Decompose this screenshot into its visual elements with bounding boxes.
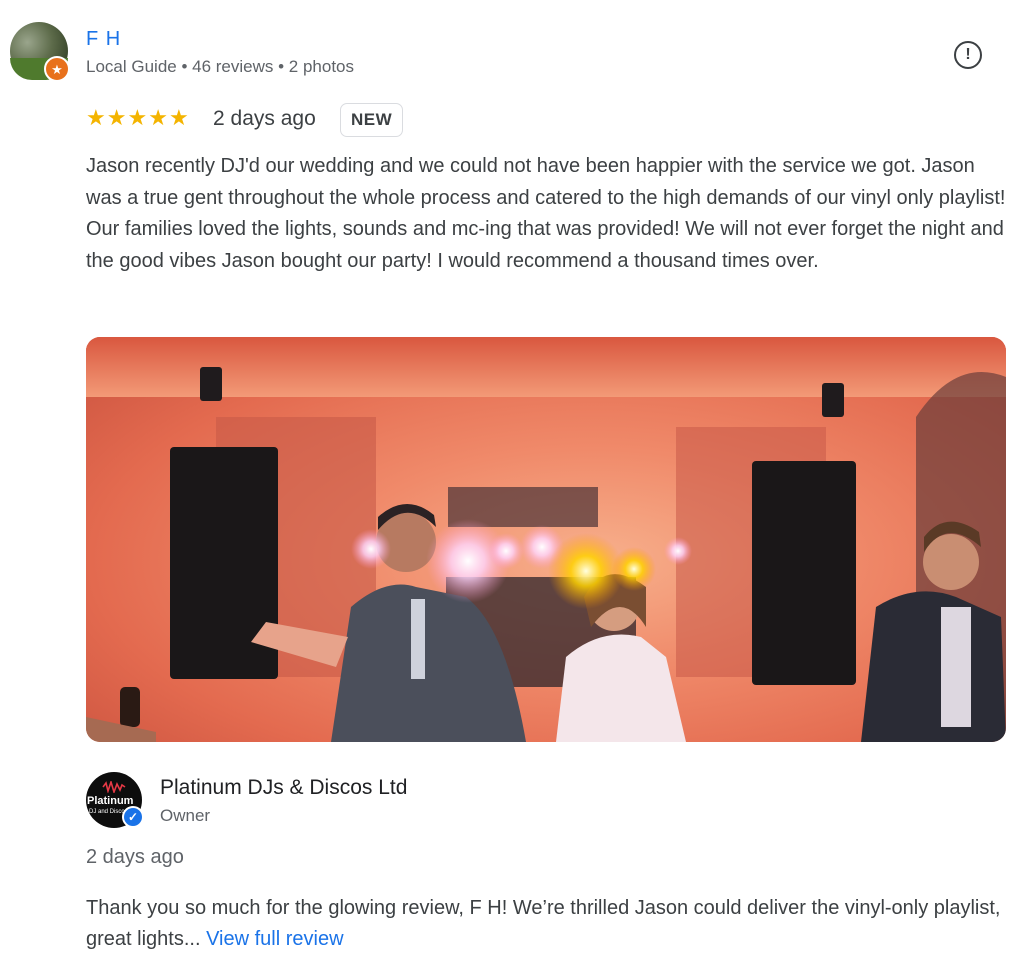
star-icon: ★ — [86, 105, 106, 130]
view-full-review-link[interactable]: View full review — [206, 928, 343, 950]
local-guide-star-icon: ★ — [44, 56, 70, 82]
new-badge: NEW — [340, 103, 404, 137]
review-photo[interactable] — [86, 337, 1006, 742]
reviewer-meta: Local Guide • 46 reviews • 2 photos — [86, 57, 354, 76]
star-rating: ★ ★ ★ ★ ★ — [86, 106, 189, 130]
logo-wordmark: Platinum — [87, 795, 134, 807]
owner-logo[interactable]: Platinum DJ and Disco ✓ — [86, 772, 144, 828]
reviewer-avatar[interactable]: ★ — [10, 22, 70, 82]
owner-reply: Thank you so much for the glowing review… — [86, 893, 1011, 955]
logo-subtext: DJ and Disco — [89, 809, 125, 815]
owner-response-date: 2 days ago — [86, 846, 184, 868]
star-icon: ★ — [168, 105, 189, 130]
owner-role: Owner — [160, 806, 211, 825]
sound-wave-icon — [102, 781, 126, 793]
reviewer-name[interactable]: F H — [86, 28, 121, 51]
review-date: 2 days ago — [213, 107, 316, 130]
star-icon: ★ — [127, 105, 148, 130]
review-text: Jason recently DJ'd our wedding and we c… — [86, 155, 1006, 272]
verified-check-icon: ✓ — [122, 806, 144, 828]
wedding-photo-illustration — [86, 337, 1006, 742]
owner-name[interactable]: Platinum DJs & Discos Ltd — [160, 776, 407, 800]
report-icon[interactable]: ! — [954, 41, 982, 69]
star-icon: ★ — [106, 105, 127, 130]
star-icon: ★ — [148, 105, 168, 130]
